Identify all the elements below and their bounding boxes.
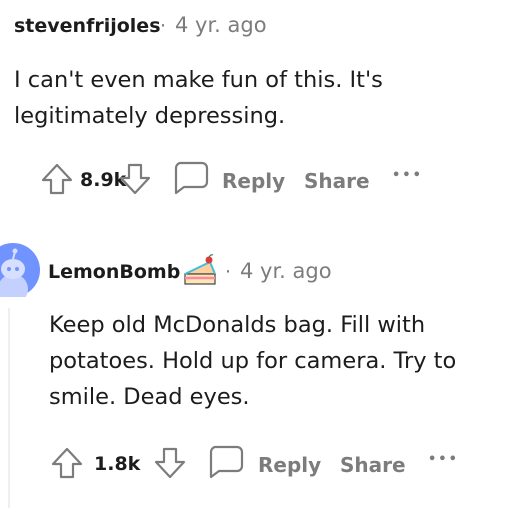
comment-author[interactable]: stevenfrijoles: [14, 15, 161, 37]
meta-separator: ·: [225, 261, 232, 283]
meta-separator: ·: [160, 15, 167, 37]
upvote-icon[interactable]: [50, 446, 84, 480]
reply-button[interactable]: Reply: [222, 169, 285, 193]
vote-score: 1.8k: [94, 453, 141, 475]
comment-author[interactable]: LemonBomb: [48, 261, 180, 283]
downvote-icon[interactable]: [153, 446, 187, 480]
cake-icon: [184, 254, 216, 285]
comment-body: I can't even make fun of this. It's legi…: [14, 67, 383, 129]
upvote-icon[interactable]: [40, 162, 74, 196]
share-button[interactable]: Share: [304, 169, 370, 193]
avatar[interactable]: [0, 243, 40, 297]
comment-bubble-icon[interactable]: [207, 444, 245, 480]
comment-timestamp[interactable]: 4 yr. ago: [240, 259, 332, 283]
comment-body: Keep old McDonalds bag. Fill with potato…: [49, 312, 457, 410]
comment-timestamp[interactable]: 4 yr. ago: [175, 13, 267, 37]
more-options-icon[interactable]: •••: [428, 452, 459, 467]
reply-button[interactable]: Reply: [258, 453, 321, 477]
thread-line[interactable]: [8, 308, 10, 508]
more-options-icon[interactable]: •••: [392, 168, 423, 183]
downvote-icon[interactable]: [118, 162, 152, 196]
comment-bubble-icon[interactable]: [172, 160, 210, 196]
share-button[interactable]: Share: [340, 453, 406, 477]
comment-thread: stevenfrijoles · 4 yr. ago I can't even …: [0, 0, 517, 508]
